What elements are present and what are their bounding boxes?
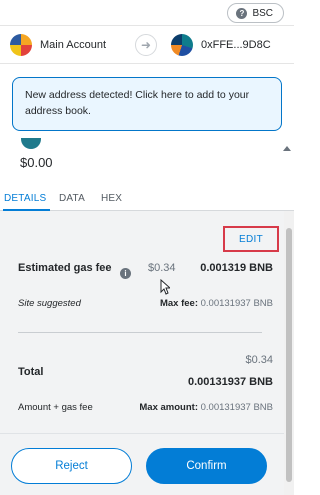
to-account-avatar	[171, 34, 193, 56]
confirm-button[interactable]: Confirm	[146, 448, 267, 484]
details-tabs: DETAILS DATA HEX	[0, 187, 294, 211]
from-account-avatar	[10, 34, 32, 56]
gas-fee-label: Estimated gas fee	[18, 262, 112, 274]
arrow-right-icon: ➜	[135, 34, 157, 56]
total-label: Total	[18, 366, 44, 378]
site-suggested-label: Site suggested	[18, 298, 81, 309]
section-divider	[18, 332, 262, 333]
gas-fee-fiat: $0.34	[148, 262, 176, 274]
gas-fee-native: 0.001319 BNB	[200, 262, 273, 274]
amount-plus-gas-label: Amount + gas fee	[18, 402, 93, 413]
to-account-address: 0xFFE...9D8C	[201, 39, 271, 51]
token-icon	[21, 138, 41, 149]
from-account-name: Main Account	[40, 39, 107, 51]
new-address-notice[interactable]: New address detected! Click here to add …	[12, 77, 282, 131]
max-fee-label: Max fee:	[159, 298, 198, 309]
max-fee: Max fee: 0.00131937 BNB	[160, 298, 273, 309]
from-account[interactable]: Main Account	[10, 34, 106, 56]
account-row: Main Account ➜ 0xFFE...9D8C	[0, 26, 294, 64]
top-bar: ? BSC	[0, 0, 294, 26]
transaction-amount: $0.00	[20, 155, 53, 170]
scrollbar-thumb[interactable]	[286, 228, 292, 482]
network-label: BSC	[252, 7, 273, 19]
max-amount-label: Max amount:	[139, 402, 198, 413]
tab-details[interactable]: DETAILS	[4, 193, 46, 204]
reject-button[interactable]: Reject	[11, 448, 132, 484]
scroll-up-arrow-icon[interactable]	[283, 146, 291, 151]
tab-hex[interactable]: HEX	[101, 193, 122, 204]
tab-data[interactable]: DATA	[59, 193, 85, 204]
mouse-cursor-icon	[160, 279, 170, 295]
info-icon[interactable]: i	[120, 268, 131, 279]
max-amount-value: 0.00131937 BNB	[200, 402, 273, 413]
edit-highlight-box: EDIT	[223, 226, 279, 252]
edit-gas-link[interactable]: EDIT	[239, 234, 263, 245]
max-fee-value: 0.00131937 BNB	[200, 298, 273, 309]
footer-divider	[0, 433, 284, 434]
max-amount: Max amount: 0.00131937 BNB	[139, 402, 273, 413]
question-icon: ?	[236, 7, 248, 19]
network-selector[interactable]: ? BSC	[227, 3, 284, 23]
total-fiat: $0.34	[245, 354, 273, 366]
to-account[interactable]: 0xFFE...9D8C	[171, 34, 271, 56]
total-native: 0.00131937 BNB	[187, 376, 273, 388]
